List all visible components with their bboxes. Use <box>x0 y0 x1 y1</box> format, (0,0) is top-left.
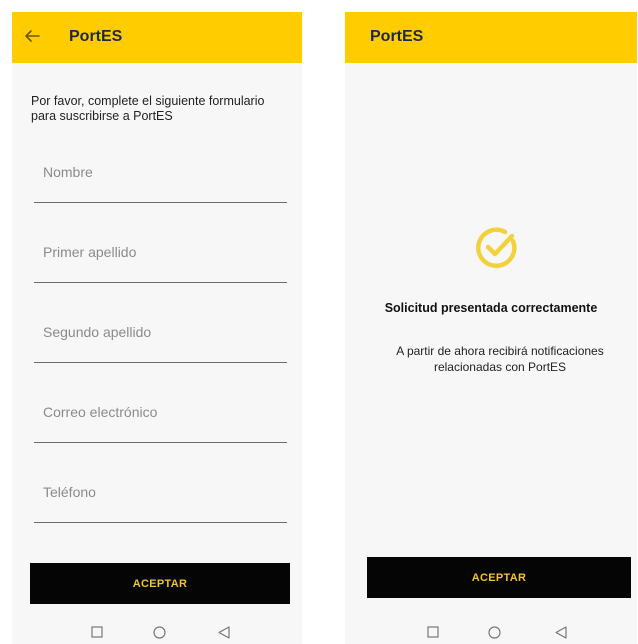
email-input[interactable] <box>43 404 278 420</box>
first-name-field[interactable] <box>34 160 287 203</box>
first-surname-input[interactable] <box>43 244 278 260</box>
phone-input[interactable] <box>43 484 278 500</box>
second-surname-field[interactable] <box>34 320 287 363</box>
circle-home-icon[interactable] <box>153 626 166 639</box>
circle-home-icon[interactable] <box>488 626 501 639</box>
check-circle-icon <box>476 227 517 269</box>
success-title: Solicitud presentada correctamente <box>384 301 598 315</box>
app-title: PortES <box>370 28 424 45</box>
second-surname-input[interactable] <box>43 324 278 340</box>
system-nav-bar <box>12 615 302 644</box>
subscription-form-screen: PortES Por favor, complete el siguiente … <box>12 12 302 644</box>
email-field[interactable] <box>34 400 287 443</box>
accept-button[interactable]: ACEPTAR <box>30 563 290 604</box>
success-screen: PortES Solicitud presentada correctament… <box>345 12 637 644</box>
app-title: PortES <box>69 28 123 45</box>
system-nav-bar <box>345 615 637 644</box>
app-bar: PortES <box>345 12 637 63</box>
triangle-back-icon[interactable] <box>555 626 567 639</box>
form-intro-text: Por favor, complete el siguiente formula… <box>31 94 265 123</box>
square-recents-icon[interactable] <box>91 626 103 638</box>
triangle-back-icon[interactable] <box>218 626 230 639</box>
square-recents-icon[interactable] <box>427 626 439 638</box>
first-name-input[interactable] <box>43 164 278 180</box>
accept-button[interactable]: ACEPTAR <box>367 557 631 598</box>
phone-field[interactable] <box>34 480 287 523</box>
first-surname-field[interactable] <box>34 240 287 283</box>
arrow-left-icon[interactable] <box>22 26 42 46</box>
app-bar: PortES <box>12 12 302 63</box>
success-message: A partir de ahora recibirá notificacione… <box>396 344 604 374</box>
